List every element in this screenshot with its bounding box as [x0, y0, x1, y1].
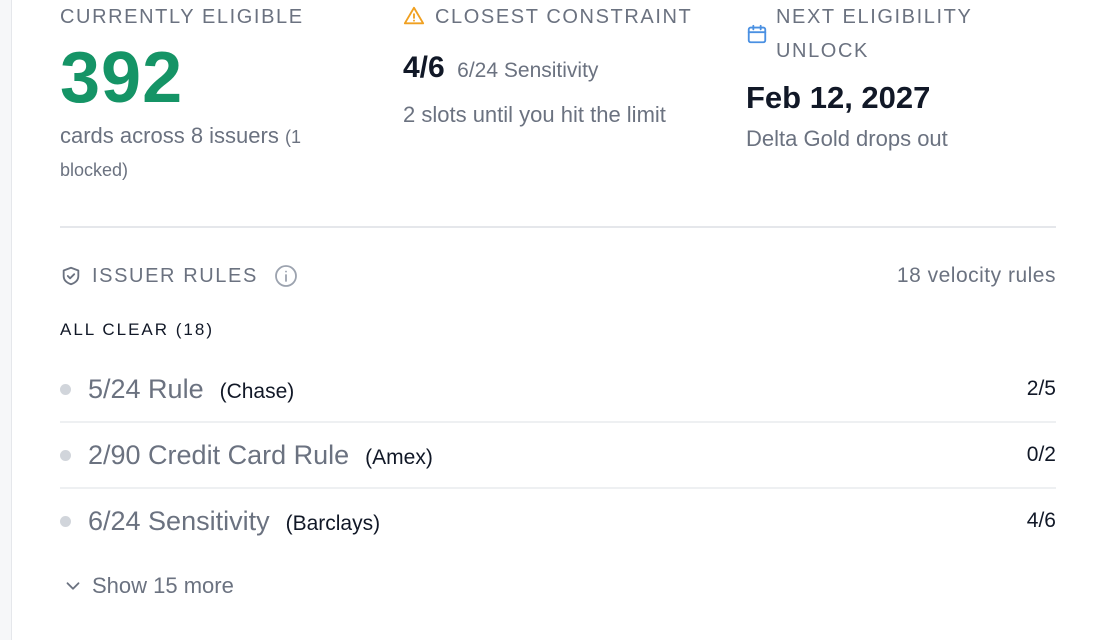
rule-usage: 0/2 [1026, 443, 1056, 466]
status-dot [60, 384, 71, 395]
warning-triangle-icon [403, 5, 425, 27]
show-more-label: Show 15 more [92, 573, 234, 598]
all-clear-label: ALL CLEAR (18) [60, 320, 214, 339]
rule-issuer: (Amex) [365, 446, 433, 469]
section-divider [60, 226, 1056, 228]
rule-issuer: (Barclays) [285, 512, 381, 535]
rule-row[interactable]: 2/90 Credit Card Rule (Amex) 0/2 [60, 423, 1056, 489]
unlock-stat: NEXT ELIGIBILITY UNLOCK Feb 12, 2027 Del… [746, 0, 1056, 155]
rule-issuer: (Chase) [219, 380, 295, 403]
unlock-date: Feb 12, 2027 [746, 80, 931, 115]
constraint-header: CLOSEST CONSTRAINT [403, 0, 713, 34]
constraint-fraction: 4/6 [403, 51, 445, 84]
status-dot [60, 516, 71, 527]
eligible-description: cards across 8 issuers [60, 123, 279, 148]
rule-name-line: 2/90 Credit Card Rule (Amex) [88, 437, 433, 476]
rule-row[interactable]: 6/24 Sensitivity (Barclays) 4/6 [60, 489, 1056, 555]
rule-name: 6/24 Sensitivity [88, 506, 270, 536]
status-dot [60, 450, 71, 461]
constraint-stat: CLOSEST CONSTRAINT 4/6 6/24 Sensitivity … [403, 0, 713, 131]
rule-name-line: 5/24 Rule (Chase) [88, 371, 294, 410]
constraint-rule-name: 6/24 Sensitivity [457, 59, 599, 82]
rule-name-line: 6/24 Sensitivity (Barclays) [88, 503, 380, 542]
velocity-rules-count: 18 velocity rules [896, 264, 1056, 287]
eligible-description-block: cards across 8 issuers (1 blocked) [60, 120, 360, 186]
shield-check-icon [60, 265, 82, 287]
calendar-icon [746, 23, 768, 45]
stats-section: CURRENTLY ELIGIBLE 392 cards across 8 is… [0, 0, 1096, 230]
eligible-count: 392 [60, 38, 184, 118]
unlock-description: Delta Gold drops out [746, 126, 948, 151]
issuer-rules-title: ISSUER RULES [92, 265, 258, 287]
rule-name: 2/90 Credit Card Rule [88, 440, 350, 470]
eligible-label: CURRENTLY ELIGIBLE [60, 6, 304, 28]
unlock-label: NEXT ELIGIBILITY UNLOCK [776, 6, 973, 62]
constraint-description: 2 slots until you hit the limit [403, 102, 666, 127]
info-icon[interactable] [274, 264, 298, 288]
rule-usage: 2/5 [1026, 377, 1056, 400]
constraint-value-line: 4/6 6/24 Sensitivity [403, 48, 713, 93]
constraint-label: CLOSEST CONSTRAINT [435, 6, 693, 28]
eligible-stat: CURRENTLY ELIGIBLE 392 cards across 8 is… [60, 0, 360, 186]
chevron-down-icon [62, 575, 84, 597]
issuer-rules-header: ISSUER RULES 18 velocity rules [60, 258, 1056, 294]
rule-row[interactable]: 5/24 Rule (Chase) 2/5 [60, 357, 1056, 423]
rule-usage: 4/6 [1026, 509, 1056, 532]
rule-name: 5/24 Rule [88, 374, 204, 404]
